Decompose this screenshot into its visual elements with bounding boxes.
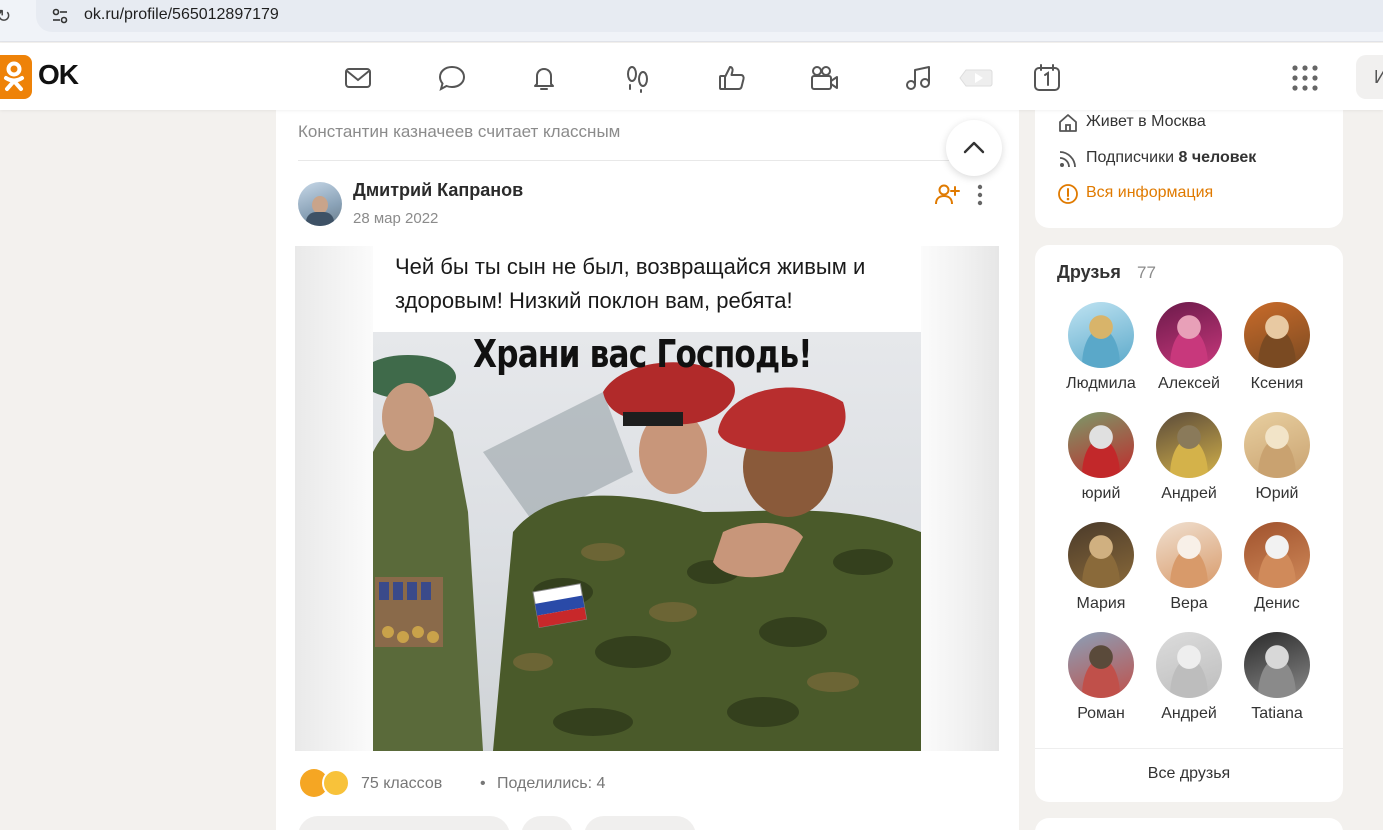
all-info-text[interactable]: Вся информация <box>1086 184 1213 202</box>
shares-count[interactable]: Поделились: 4 <box>497 775 605 793</box>
friend-name[interactable]: Роман <box>1061 705 1141 723</box>
home-icon <box>1059 114 1077 132</box>
friend-name[interactable]: Людмила <box>1061 375 1141 393</box>
reload-icon[interactable]: ↻ <box>0 6 11 27</box>
friend-avatar[interactable] <box>1244 412 1310 478</box>
feed-post-card: Константин казначеев считает классным Дм… <box>276 110 1019 830</box>
url-text[interactable]: ok.ru/profile/565012897179 <box>84 6 279 24</box>
image-title: Храни вас Господь! <box>473 332 812 376</box>
friend-name[interactable]: Юрий <box>1237 485 1317 503</box>
friend-avatar[interactable] <box>1244 632 1310 698</box>
friend-item[interactable]: Андрей <box>1149 632 1229 732</box>
liked-by-text[interactable]: Константин казначеев считает классным <box>298 122 620 142</box>
friend-name[interactable]: Андрей <box>1149 485 1229 503</box>
divider <box>298 160 998 161</box>
friends-card: Друзья 77 Людмила Алексей Ксения юрий Андрей… <box>1035 245 1343 802</box>
profile-info-card: Живет в Москва Подписчики 8 человек Вся … <box>1035 100 1343 228</box>
ok-logo-icon[interactable] <box>0 55 32 99</box>
friend-name[interactable]: Денис <box>1237 595 1317 613</box>
like-icon[interactable] <box>716 62 748 94</box>
friend-avatar[interactable] <box>1068 632 1134 698</box>
friend-avatar[interactable] <box>1068 302 1134 368</box>
friend-name[interactable]: Андрей <box>1149 705 1229 723</box>
friend-name[interactable]: Tatiana <box>1237 705 1317 723</box>
add-friend-icon[interactable] <box>934 182 960 208</box>
friend-item[interactable]: Мария <box>1061 522 1141 622</box>
author-name[interactable]: Дмитрий Капранов <box>353 180 523 201</box>
friend-item[interactable]: Роман <box>1061 632 1141 732</box>
friend-item[interactable]: Вера <box>1149 522 1229 622</box>
post-image[interactable]: Чей бы ты сын не был, возвращайся живым … <box>295 246 999 751</box>
video-play-icon[interactable] <box>958 62 994 94</box>
friend-avatar[interactable] <box>1156 522 1222 588</box>
rss-icon <box>1059 151 1076 168</box>
friend-name[interactable]: Мария <box>1061 595 1141 613</box>
image-caption: Чей бы ты сын не был, возвращайся живым … <box>395 254 866 313</box>
post-date[interactable]: 28 мар 2022 <box>353 210 438 227</box>
scroll-up-button[interactable] <box>946 120 1002 176</box>
next-card <box>1035 818 1343 830</box>
friend-avatar[interactable] <box>1156 302 1222 368</box>
image-caption-box: Чей бы ты сын не был, возвращайся живым … <box>373 246 921 332</box>
friend-item[interactable]: Людмила <box>1061 302 1141 402</box>
friend-avatar[interactable] <box>1068 522 1134 588</box>
friend-avatar[interactable] <box>1156 632 1222 698</box>
ok-logo-text[interactable]: OK <box>38 59 79 91</box>
all-friends-link[interactable]: Все друзья <box>1035 765 1343 783</box>
music-icon[interactable] <box>902 62 934 94</box>
friend-avatar[interactable] <box>1156 412 1222 478</box>
author-avatar[interactable] <box>298 182 342 226</box>
site-header: OK И <box>0 43 1383 110</box>
classes-count[interactable]: 75 классов <box>361 775 442 793</box>
bell-icon[interactable] <box>528 62 560 94</box>
class-button[interactable] <box>584 816 696 830</box>
footprints-icon[interactable] <box>622 62 654 94</box>
post-picture: Чей бы ты сын не был, возвращайся живым … <box>373 246 921 751</box>
friend-name[interactable]: юрий <box>1061 485 1141 503</box>
mail-icon[interactable] <box>342 62 374 94</box>
info-icon <box>1058 184 1078 204</box>
site-info-icon[interactable] <box>50 6 70 26</box>
friends-count[interactable]: 77 <box>1137 263 1156 283</box>
friend-item[interactable]: Денис <box>1237 522 1317 622</box>
friend-item[interactable]: Юрий <box>1237 412 1317 512</box>
subscribers-label: Подписчики <box>1086 149 1175 166</box>
soldiers-photo <box>373 355 921 751</box>
friend-avatar[interactable] <box>1244 522 1310 588</box>
chevron-up-icon <box>963 141 985 154</box>
video-camera-icon[interactable] <box>808 62 840 94</box>
friend-item[interactable]: Андрей <box>1149 412 1229 512</box>
calendar-icon[interactable] <box>1031 62 1063 94</box>
friend-item[interactable]: юрий <box>1061 412 1141 512</box>
separator-dot: • <box>480 775 486 792</box>
friend-avatar[interactable] <box>1244 302 1310 368</box>
friend-item[interactable]: Алексей <box>1149 302 1229 402</box>
friend-name[interactable]: Алексей <box>1149 375 1229 393</box>
friend-item[interactable]: Tatiana <box>1237 632 1317 732</box>
comment-button[interactable] <box>298 816 510 830</box>
friend-name[interactable]: Вера <box>1149 595 1229 613</box>
search-input[interactable]: И <box>1356 55 1383 99</box>
apps-grid-icon[interactable] <box>1292 65 1318 91</box>
subscribers-value[interactable]: 8 человек <box>1178 149 1256 166</box>
sad-reaction-icon[interactable] <box>322 769 350 797</box>
divider <box>1035 748 1343 749</box>
friend-name[interactable]: Ксения <box>1237 375 1317 393</box>
more-options-icon[interactable] <box>970 184 990 206</box>
chat-icon[interactable] <box>436 62 468 94</box>
city-text: Живет в Москва <box>1086 113 1206 130</box>
photo: Храни вас Господь! <box>373 332 921 751</box>
browser-toolbar: ↻ ok.ru/profile/565012897179 <box>0 0 1383 42</box>
friend-item[interactable]: Ксения <box>1237 302 1317 402</box>
share-button[interactable] <box>521 816 573 830</box>
friends-title[interactable]: Друзья <box>1057 262 1121 283</box>
friend-avatar[interactable] <box>1068 412 1134 478</box>
